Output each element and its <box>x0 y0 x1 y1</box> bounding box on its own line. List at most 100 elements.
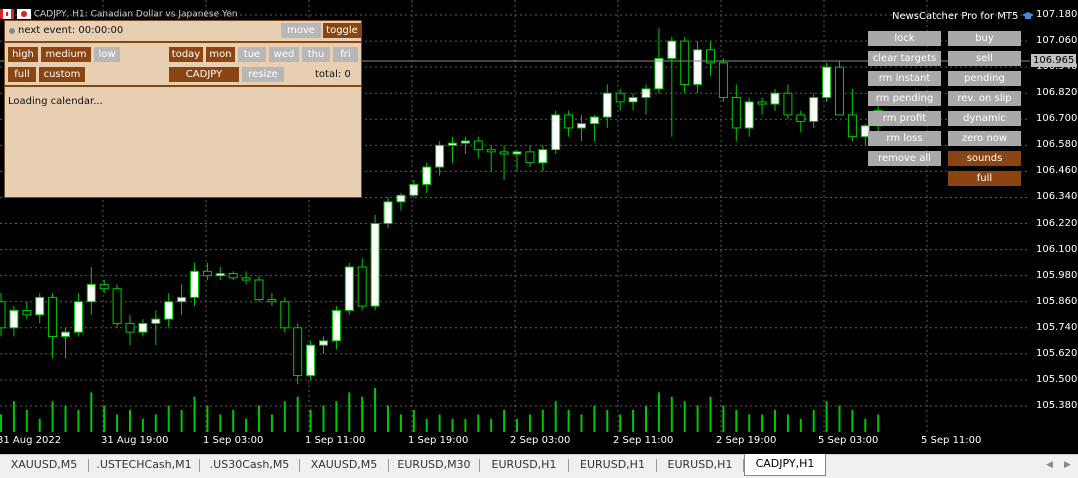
candle-bearish <box>293 327 303 377</box>
nc-rm-profit-button[interactable]: rm profit <box>868 111 941 126</box>
candle-bullish <box>551 114 561 151</box>
impact-low-button[interactable]: low <box>94 47 120 62</box>
candle-bearish <box>280 301 290 329</box>
price-tick-label: 105.500 <box>1036 373 1078 385</box>
symbol-button[interactable]: CADJPY <box>169 67 239 82</box>
candle-bearish <box>525 151 535 164</box>
candle-bullish <box>190 270 199 298</box>
candle-bullish <box>370 223 380 307</box>
candle-bearish <box>202 270 212 277</box>
chart-tabs-bar: XAUUSD,M5 .USTECHCash,M1 .US30Cash,M5 XAUUS… <box>0 454 1078 478</box>
chart-tab[interactable]: .US30Cash,M5 <box>200 455 299 475</box>
day-wed-button[interactable]: wed <box>269 47 299 62</box>
candle-bullish <box>809 97 819 122</box>
resize-button[interactable]: resize <box>242 67 284 82</box>
candle-bearish <box>99 283 109 290</box>
chart-tab[interactable]: XAUUSD,M5 <box>300 455 388 475</box>
calendar-panel: next event: 00:00:00 move toggle high me… <box>4 20 362 198</box>
candle-bullish <box>164 301 174 320</box>
nc-dynamic-button[interactable]: dynamic <box>948 111 1021 126</box>
custom-button[interactable]: custom <box>39 67 85 82</box>
candle-bearish <box>796 114 806 122</box>
day-fri-button[interactable]: fri <box>333 47 358 62</box>
candle-bearish <box>835 66 844 116</box>
chart-tab[interactable]: EURUSD,H1 <box>569 455 656 475</box>
time-tick-label: 31 Aug 2022 <box>0 435 62 446</box>
chart-tab[interactable]: CADJPY,H1 <box>744 454 826 476</box>
candle-bearish <box>473 140 483 151</box>
nc-rm-pending-button[interactable]: rm pending <box>868 91 941 106</box>
nc-zero-now-button[interactable]: zero now <box>948 131 1021 146</box>
nc-pending-button[interactable]: pending <box>948 71 1021 86</box>
price-tick-label: 106.700 <box>1036 113 1078 125</box>
candle-bearish <box>680 40 690 86</box>
candle-bullish <box>435 144 445 168</box>
day-tue-button[interactable]: tue <box>238 47 266 62</box>
scroll-left-icon[interactable]: ◀ <box>1046 455 1053 475</box>
nc-sell-button[interactable]: sell <box>948 51 1021 66</box>
nc-rm-loss-button[interactable]: rm loss <box>868 131 941 146</box>
candle-bearish <box>254 279 264 301</box>
time-tick-label: 31 Aug 19:00 <box>101 435 169 446</box>
candle-bullish <box>641 88 651 99</box>
chart-title: CADJPY, H1: Canadian Dollar vs Japanese … <box>33 9 238 20</box>
candle-bearish <box>718 62 728 99</box>
volume-bars <box>0 388 880 432</box>
nc-lock-button[interactable]: lock <box>868 31 941 46</box>
panel-divider <box>5 85 361 87</box>
time-tick-label: 5 Sep 03:00 <box>818 435 879 446</box>
newscatcher-title: NewsCatcher Pro for MT5 <box>892 11 1034 22</box>
next-event-label: next event: 00:00:00 <box>18 25 124 36</box>
candle-bullish <box>35 296 45 316</box>
canada-flag-icon <box>0 9 14 19</box>
candle-bullish <box>512 151 522 155</box>
candle-bearish <box>499 151 509 155</box>
full-button[interactable]: full <box>8 67 36 82</box>
candle-bearish <box>757 101 767 105</box>
chart-tab[interactable]: XAUUSD,M5 <box>0 455 88 475</box>
nc-remove-all-button[interactable]: remove all <box>868 151 941 166</box>
candle-bearish <box>615 92 625 103</box>
nc-full-button[interactable]: full <box>948 171 1021 186</box>
candle-bullish <box>215 272 225 277</box>
nc-rev-on-slip-button[interactable]: rev. on slip <box>948 91 1021 106</box>
nc-buy-button[interactable]: buy <box>948 31 1021 46</box>
candle-bearish <box>0 301 6 329</box>
impact-medium-button[interactable]: medium <box>41 47 91 62</box>
price-tick-label: 106.100 <box>1036 243 1078 255</box>
panel-header: next event: 00:00:00 move toggle <box>5 21 361 41</box>
nc-sounds-button[interactable]: sounds <box>948 151 1021 166</box>
price-tick-label: 107.180 <box>1036 9 1078 20</box>
candle-bullish <box>319 340 328 346</box>
candle-bullish <box>744 101 754 129</box>
day-mon-button[interactable]: mon <box>206 47 235 62</box>
candle-bullish <box>138 322 148 333</box>
candle-bearish <box>267 299 277 303</box>
chart-tab[interactable]: .USTECHCash,M1 <box>89 455 199 475</box>
newscatcher-title-text: NewsCatcher Pro for MT5 <box>892 11 1019 22</box>
candle-bearish <box>22 309 32 316</box>
toggle-button[interactable]: toggle <box>323 23 361 38</box>
scroll-right-icon[interactable]: ▶ <box>1064 455 1071 475</box>
move-button[interactable]: move <box>281 23 321 38</box>
candle-bullish <box>654 57 664 90</box>
day-thu-button[interactable]: thu <box>302 47 330 62</box>
current-price-label: 106.965 <box>1031 54 1076 67</box>
nc-rm-instant-button[interactable]: rm instant <box>868 71 941 86</box>
time-tick-label: 2 Sep 11:00 <box>613 435 674 446</box>
price-axis[interactable]: 107.180107.060106.940106.820106.700106.5… <box>1030 0 1078 450</box>
impact-high-button[interactable]: high <box>8 47 38 62</box>
chart-tab[interactable]: EURUSD,H1 <box>657 455 743 475</box>
candle-bullish <box>73 301 83 333</box>
time-tick-label: 1 Sep 03:00 <box>203 435 264 446</box>
candle-bullish <box>409 183 419 196</box>
nc-clear-targets-button[interactable]: clear targets <box>868 51 941 66</box>
chart-tab[interactable]: EURUSD,M30 <box>389 455 479 475</box>
price-tick-label: 106.340 <box>1036 191 1078 203</box>
candle-bullish <box>628 97 638 103</box>
candle-bullish <box>770 92 780 105</box>
chart-tab[interactable]: EURUSD,H1 <box>480 455 568 475</box>
candle-bullish <box>151 318 161 324</box>
total-count: total: 0 <box>315 69 351 80</box>
day-today-button[interactable]: today <box>169 47 203 62</box>
